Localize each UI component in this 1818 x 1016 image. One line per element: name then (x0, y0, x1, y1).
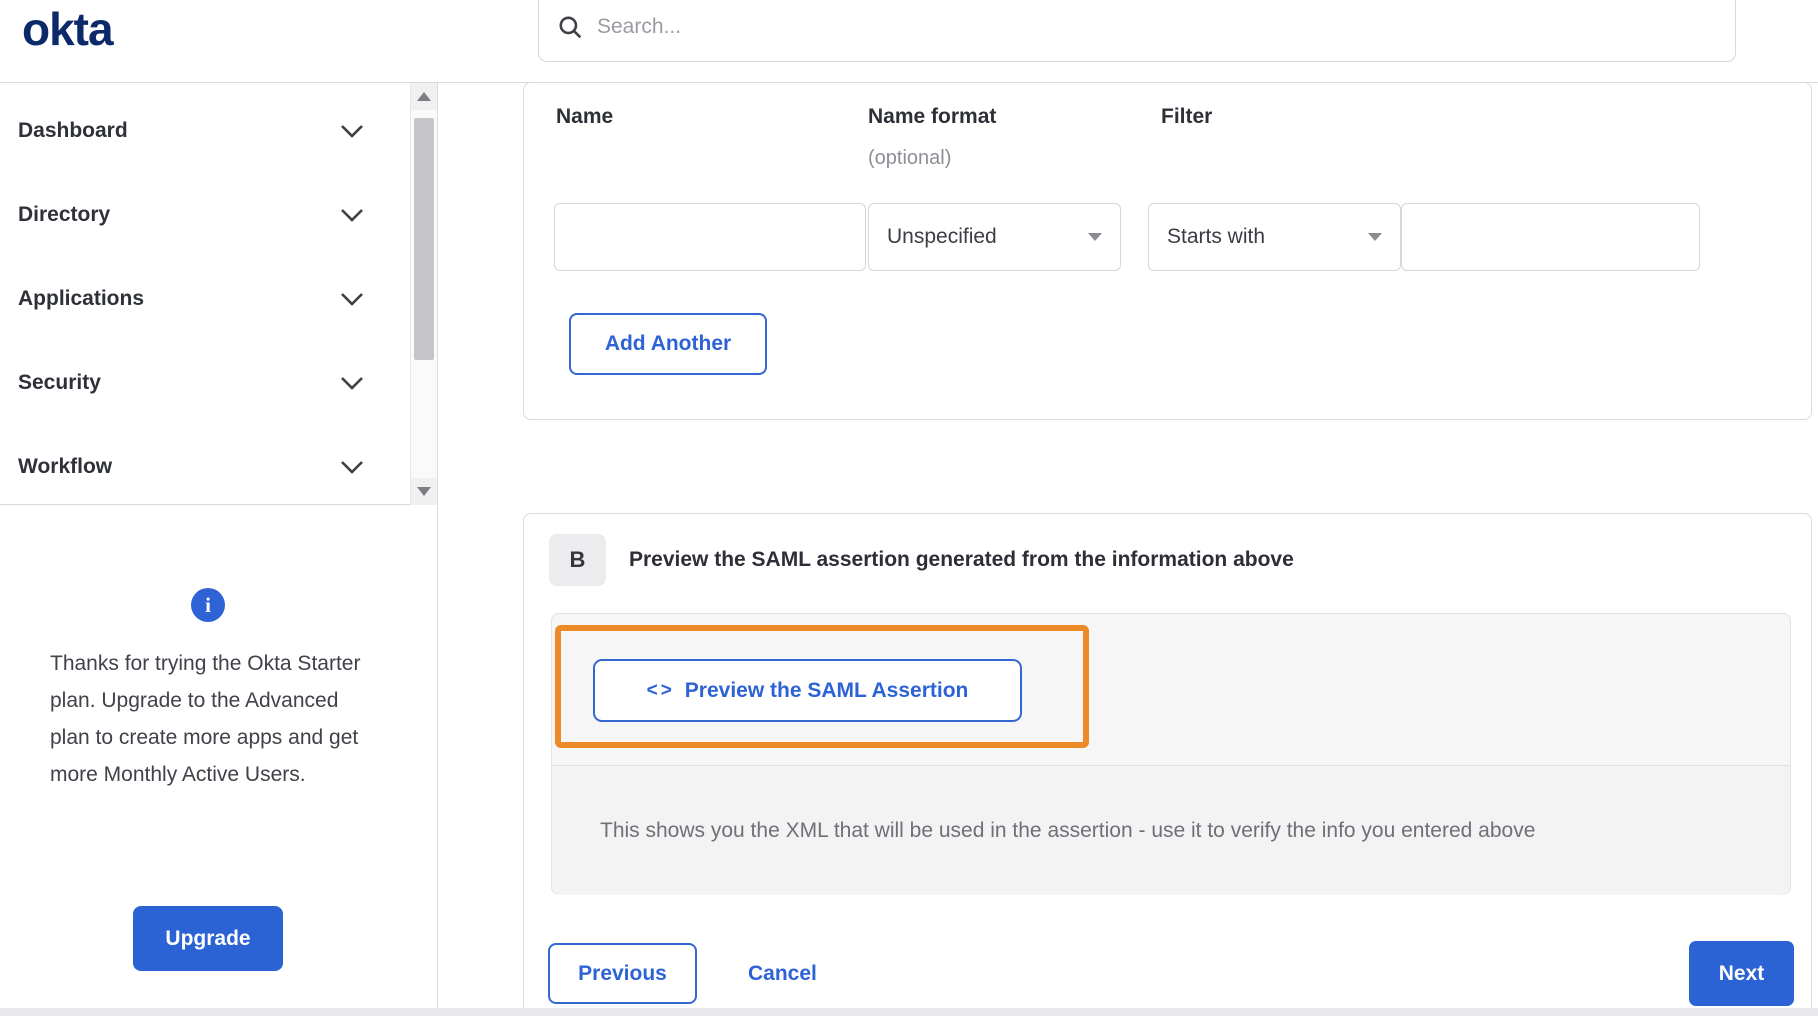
attribute-statements-panel: Name Name format (optional) Filter Unspe… (523, 82, 1812, 420)
filter-type-dropdown[interactable]: Starts with (1148, 203, 1401, 271)
preview-assertion-panel: B Preview the SAML assertion generated f… (523, 513, 1812, 1016)
filter-type-selected-value: Starts with (1167, 225, 1266, 248)
chevron-down-icon (341, 377, 363, 390)
sidebar-item-directory[interactable]: Directory (0, 173, 437, 257)
column-header-name-format: Name format (868, 105, 997, 128)
column-note-optional: (optional) (868, 147, 952, 169)
sidebar-scrollbar[interactable] (410, 83, 437, 505)
global-search[interactable] (538, 0, 1736, 62)
preview-description-text: This shows you the XML that will be used… (600, 818, 1536, 842)
sidebar-item-label: Workflow (18, 455, 113, 478)
chevron-down-icon (341, 125, 363, 138)
column-header-name: Name (556, 105, 614, 128)
preview-button-label: Preview the SAML Assertion (684, 678, 969, 702)
next-button[interactable]: Next (1689, 941, 1794, 1006)
code-icon: <> (646, 679, 675, 701)
column-header-filter: Filter (1161, 105, 1213, 128)
chevron-down-icon (341, 461, 363, 474)
preview-saml-assertion-button[interactable]: <> Preview the SAML Assertion (593, 659, 1022, 722)
main-content: Name Name format (optional) Filter Unspe… (438, 82, 1818, 1016)
attribute-name-input[interactable] (555, 204, 865, 270)
chevron-down-icon (341, 293, 363, 306)
top-header: okta (0, 0, 1818, 83)
annotation-highlight-rect: <> Preview the SAML Assertion (555, 625, 1089, 748)
sidebar-item-label: Dashboard (18, 119, 128, 142)
scrollbar-down-arrow[interactable] (411, 478, 437, 505)
sidebar-item-security[interactable]: Security (0, 341, 437, 425)
filter-value-input[interactable] (1402, 204, 1699, 270)
sidebar-item-label: Directory (18, 203, 111, 226)
name-format-selected-value: Unspecified (887, 225, 997, 248)
search-input[interactable] (597, 15, 1597, 39)
sidebar-item-label: Security (18, 371, 101, 394)
bottom-edge-strip (0, 1008, 1818, 1016)
name-format-dropdown[interactable]: Unspecified (868, 203, 1121, 271)
scrollbar-up-arrow[interactable] (411, 83, 437, 110)
chevron-down-icon (341, 209, 363, 222)
sidebar: Dashboard Directory Applications Securit… (0, 83, 438, 1008)
cancel-link[interactable]: Cancel (748, 943, 817, 1004)
sidebar-item-workflow[interactable]: Workflow (0, 425, 437, 509)
sidebar-item-label: Applications (18, 287, 145, 310)
upgrade-button[interactable]: Upgrade (133, 906, 283, 971)
preview-box-top: <> Preview the SAML Assertion (552, 614, 1790, 765)
sidebar-item-applications[interactable]: Applications (0, 257, 437, 341)
dropdown-caret-icon (1088, 233, 1102, 241)
attribute-name-field[interactable] (554, 203, 866, 271)
preview-section-title: Preview the SAML assertion generated fro… (629, 548, 1294, 571)
previous-button[interactable]: Previous (548, 943, 697, 1004)
info-icon: i (191, 588, 225, 622)
search-icon (559, 16, 582, 39)
okta-logo: okta (22, 3, 114, 55)
dropdown-caret-icon (1368, 233, 1382, 241)
scrollbar-thumb[interactable] (414, 118, 434, 360)
plan-promo-text: Thanks for trying the Okta Starter plan.… (50, 652, 361, 786)
step-b-badge: B (549, 534, 606, 586)
sidebar-item-dashboard[interactable]: Dashboard (0, 89, 437, 173)
sidebar-nav: Dashboard Directory Applications Securit… (0, 83, 437, 505)
filter-value-field[interactable] (1401, 203, 1700, 271)
preview-box: <> Preview the SAML Assertion This shows… (551, 613, 1791, 895)
add-another-button[interactable]: Add Another (569, 313, 767, 375)
preview-box-description-area: This shows you the XML that will be used… (552, 765, 1790, 895)
